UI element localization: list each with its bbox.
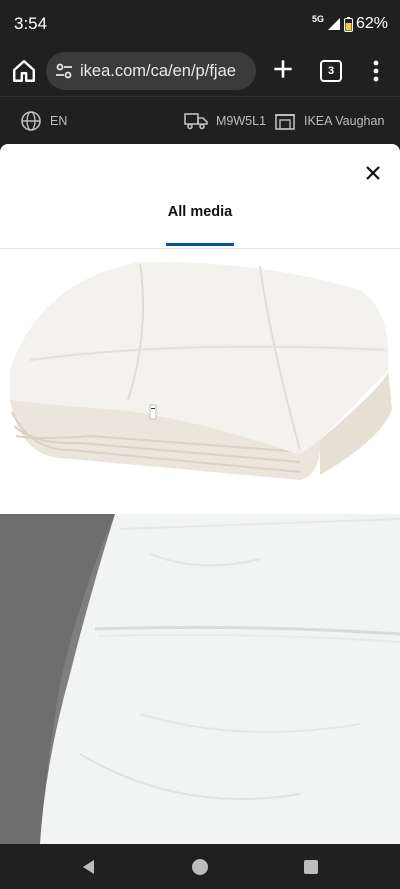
more-vert-icon[interactable] bbox=[366, 58, 386, 84]
media-modal: All media bbox=[0, 144, 400, 844]
product-image-folded-duvet[interactable] bbox=[0, 250, 400, 512]
status-indicators: 5G 62% bbox=[312, 14, 388, 34]
status-time: 3:54 bbox=[14, 14, 48, 33]
postal-code-selector[interactable]: M9W5L1 bbox=[184, 97, 266, 145]
tab-all-media[interactable]: All media bbox=[150, 204, 250, 220]
battery-level: 62% bbox=[355, 15, 388, 32]
language-selector[interactable]: EN bbox=[20, 97, 67, 145]
utility-bar: EN M9W5L1 IKEA Vaughan bbox=[0, 96, 400, 145]
battery-icon bbox=[343, 16, 353, 32]
globe-icon bbox=[21, 111, 41, 131]
recents-icon[interactable] bbox=[303, 859, 319, 875]
active-tab-indicator bbox=[166, 243, 234, 246]
url-text[interactable]: ikea.com/ca/en/p/fjae bbox=[80, 62, 236, 81]
truck-icon bbox=[184, 113, 208, 130]
language-label: EN bbox=[50, 114, 68, 128]
status-bar: 3:54 5G 62% bbox=[0, 0, 400, 48]
close-icon[interactable] bbox=[362, 162, 384, 184]
tabs-divider bbox=[0, 248, 400, 249]
store-selector[interactable]: IKEA Vaughan bbox=[274, 97, 384, 145]
signal-icon bbox=[327, 18, 340, 30]
store-icon bbox=[275, 114, 295, 130]
system-nav-bar bbox=[0, 844, 400, 889]
home-circle-icon[interactable] bbox=[191, 858, 209, 876]
back-icon[interactable] bbox=[80, 858, 98, 876]
tune-icon[interactable] bbox=[54, 61, 74, 81]
tab-switcher-icon[interactable]: 3 bbox=[320, 60, 342, 82]
store-label: IKEA Vaughan bbox=[304, 114, 385, 128]
network-type: 5G bbox=[311, 14, 324, 24]
plus-icon[interactable] bbox=[270, 56, 296, 82]
browser-toolbar: ikea.com/ca/en/p/fjae 3 bbox=[0, 48, 400, 96]
product-image-duvet-closeup[interactable] bbox=[0, 514, 400, 844]
postal-code-label: M9W5L1 bbox=[216, 114, 267, 128]
screen: 3:54 5G 62% ikea.com/ca/en/p/fjae 3 EN M… bbox=[0, 0, 400, 889]
address-bar[interactable]: ikea.com/ca/en/p/fjae bbox=[46, 52, 256, 90]
home-icon[interactable] bbox=[11, 58, 37, 84]
